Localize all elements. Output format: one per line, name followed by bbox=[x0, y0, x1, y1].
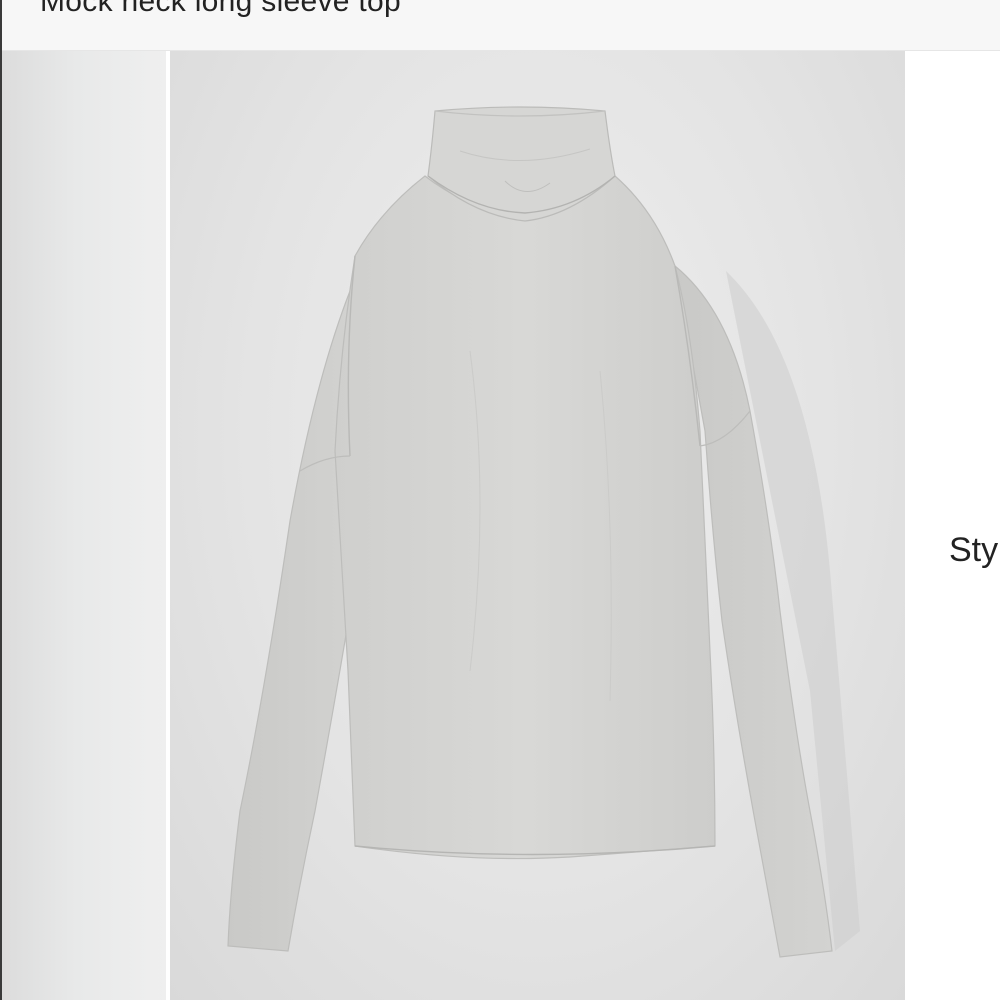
mock-neck-top-illustration bbox=[227, 106, 860, 958]
side-panel: Sty bbox=[905, 51, 1000, 1000]
image-gallery: Sty bbox=[2, 51, 1000, 1000]
product-page: Mock neck long sleeve top Sty bbox=[0, 0, 1000, 1000]
header-bar: Mock neck long sleeve top bbox=[2, 0, 1000, 51]
previous-image-slide[interactable] bbox=[2, 51, 166, 1000]
product-title: Mock neck long sleeve top bbox=[40, 0, 402, 18]
main-product-image[interactable] bbox=[170, 51, 905, 1000]
side-panel-label[interactable]: Sty bbox=[949, 531, 998, 570]
